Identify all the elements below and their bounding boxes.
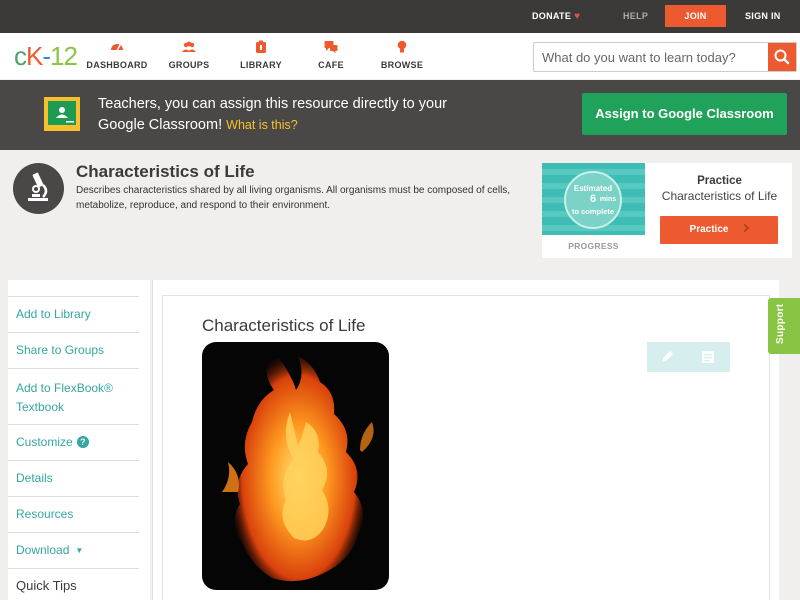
notes-icon[interactable]: [700, 349, 716, 365]
sidebar-item-download[interactable]: Download ▼: [8, 532, 139, 568]
quick-tips-heading: Quick Tips: [16, 578, 77, 593]
logo-k: K: [26, 41, 43, 71]
nav-library[interactable]: LIBRARY: [226, 40, 296, 70]
support-label: Support: [775, 303, 786, 344]
support-tab[interactable]: Support: [768, 298, 800, 354]
estimate-badge: Estimated 6 mins to complete: [564, 171, 622, 229]
search-button[interactable]: [768, 43, 796, 71]
ck12-logo[interactable]: cK-12: [14, 41, 78, 72]
sidebar: Add to Library Share to Groups Add to Fl…: [8, 280, 150, 600]
sidebar-item-label: Add to FlexBook® Textbook: [16, 381, 113, 414]
logo-num: 12: [50, 41, 78, 71]
to-complete-label: to complete: [571, 207, 615, 216]
search-icon: [774, 49, 790, 65]
practice-title: Practice: [697, 175, 742, 187]
sidebar-item-label: Add to Library: [16, 307, 91, 321]
nav-browse-label: BROWSE: [380, 60, 424, 70]
donate-link[interactable]: DONATE ♥: [532, 11, 580, 22]
banner-text: Teachers, you can assign this resource d…: [98, 94, 458, 136]
content-tools: [647, 342, 730, 372]
nav-cafe[interactable]: CAFE: [296, 40, 366, 70]
resource-title: Characteristics of Life: [76, 162, 255, 181]
sidebar-item-details[interactable]: Details: [8, 460, 139, 496]
caret-down-icon: ▼: [75, 546, 84, 555]
donate-label: DONATE: [532, 11, 572, 21]
sidebar-item-label: Details: [16, 471, 53, 485]
practice-button-label: Practice: [689, 224, 729, 235]
main-nav: cK-12 DASHBOARD GROUPS LIBRARY CAFE BROW…: [0, 33, 800, 79]
search-input[interactable]: [534, 43, 769, 71]
sidebar-item-add-to-library[interactable]: Add to Library: [8, 296, 139, 332]
search-box: [533, 42, 797, 72]
nav-groups[interactable]: GROUPS: [154, 40, 224, 70]
sidebar-item-label: Customize: [16, 435, 73, 449]
chevron-right-icon: [741, 223, 750, 233]
minutes-unit: mins: [599, 196, 617, 203]
join-button[interactable]: JOIN: [665, 5, 726, 27]
what-is-this-link[interactable]: What is this?: [226, 118, 298, 132]
browse-icon: [397, 40, 407, 53]
heart-icon: ♥: [574, 11, 581, 22]
nav-library-label: LIBRARY: [240, 60, 282, 70]
help-icon[interactable]: ?: [76, 436, 89, 448]
teacher-banner: Teachers, you can assign this resource d…: [0, 80, 800, 150]
google-classroom-icon: [44, 97, 80, 131]
progress-label: PROGRESS: [568, 241, 619, 251]
dashboard-icon: [111, 44, 123, 51]
microscope-icon: [13, 163, 64, 214]
content-title: Characteristics of Life: [202, 316, 366, 335]
sidebar-item-label: Download: [16, 543, 70, 557]
cafe-icon: [324, 41, 338, 54]
resource-description: Describes characteristics shared by all …: [76, 185, 511, 211]
logo-dash: -: [42, 41, 51, 71]
nav-groups-label: GROUPS: [168, 60, 210, 70]
help-link[interactable]: HELP: [623, 11, 648, 21]
top-bar: DONATE ♥ HELP JOIN SIGN IN: [0, 0, 800, 33]
fire-image: [202, 342, 389, 590]
sidebar-item-label: Share to Groups: [16, 343, 105, 357]
practice-subtitle: Characteristics of Life: [661, 189, 778, 203]
sidebar-item-customize[interactable]: Customize?: [8, 424, 139, 460]
pencil-icon[interactable]: [659, 349, 675, 365]
estimated-label: Estimated: [573, 184, 613, 193]
sidebar-item-add-to-flexbook[interactable]: Add to FlexBook® Textbook: [8, 368, 139, 424]
practice-thumbnail: Estimated 6 mins to complete: [542, 163, 645, 235]
nav-dashboard-label: DASHBOARD: [86, 60, 148, 70]
library-icon: [256, 40, 266, 53]
assign-google-classroom-button[interactable]: Assign to Google Classroom: [582, 93, 787, 135]
logo-c: c: [14, 41, 27, 71]
nav-cafe-label: CAFE: [318, 60, 344, 70]
practice-button[interactable]: Practice: [660, 216, 778, 244]
sidebar-item-share-to-groups[interactable]: Share to Groups: [8, 332, 139, 368]
sidebar-item-resources[interactable]: Resources: [8, 496, 139, 532]
practice-card: Estimated 6 mins to complete PROGRESS Pr…: [542, 163, 792, 258]
nav-dashboard[interactable]: DASHBOARD: [82, 40, 152, 70]
nav-browse[interactable]: BROWSE: [367, 40, 437, 70]
groups-icon: [182, 41, 196, 52]
sign-in-link[interactable]: SIGN IN: [745, 11, 781, 21]
sidebar-item-label: Resources: [16, 507, 74, 521]
